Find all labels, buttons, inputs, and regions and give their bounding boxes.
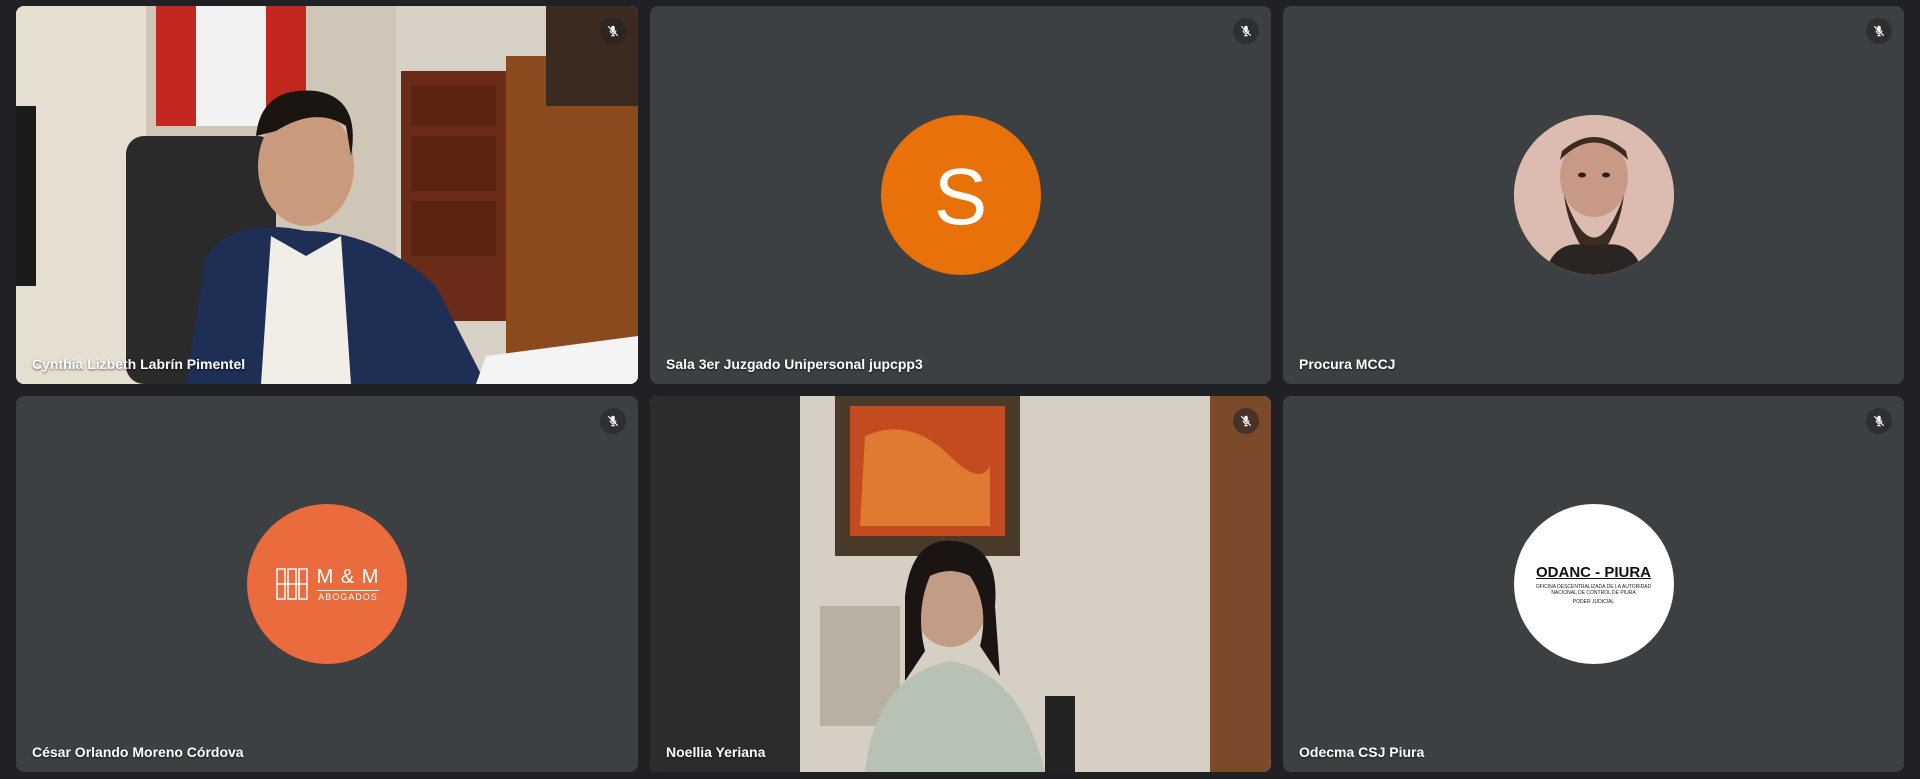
participant-name: Sala 3er Juzgado Unipersonal jupcpp3 [666, 356, 923, 372]
participant-tile[interactable]: ODANC - PIURA OFICINA DESCENTRALIZADA DE… [1283, 396, 1904, 772]
participant-tile[interactable]: Procura MCCJ [1283, 6, 1904, 384]
avatar-initial: S [933, 152, 988, 241]
participant-name: César Orlando Moreno Córdova [32, 744, 244, 760]
participant-tile[interactable]: Noellia Yeriana [650, 396, 1271, 772]
participant-name: Odecma CSJ Piura [1299, 744, 1425, 760]
participant-tile[interactable]: M & M ABOGADOS César Orlando Moreno Córd… [16, 396, 638, 772]
participant-name: Cynthia Lizbeth Labrín Pimentel [32, 356, 246, 372]
logo-footer: PODER JUDICIAL [1572, 598, 1615, 605]
mic-off-icon [1240, 25, 1252, 37]
logo-title: M & M [316, 566, 380, 588]
participant-name: Procura MCCJ [1299, 356, 1396, 372]
logo-subtitle: OFICINA DESCENTRALIZADA DE LA AUTORIDAD … [1535, 583, 1652, 596]
mic-off-icon [607, 415, 619, 427]
avatar-photo [1513, 115, 1674, 275]
video-feed [650, 396, 1271, 772]
logo-text: M & M ABOGADOS [316, 566, 380, 602]
mute-indicator [1866, 18, 1892, 44]
participant-tile[interactable]: Cynthia Lizbeth Labrín Pimentel [16, 6, 638, 384]
logo-title: ODANC - PIURA [1536, 563, 1651, 581]
mic-off-icon [607, 25, 619, 37]
mm-logo-mark-icon [275, 568, 308, 600]
avatar-logo: ODANC - PIURA OFICINA DESCENTRALIZADA DE… [1513, 504, 1674, 664]
participant-tile[interactable]: S Sala 3er Juzgado Unipersonal jupcpp3 [650, 6, 1271, 384]
participant-name: Noellia Yeriana [666, 744, 766, 760]
mic-off-icon [1240, 415, 1252, 427]
mic-off-icon [1873, 25, 1885, 37]
avatar [1513, 115, 1674, 275]
mute-indicator [1233, 18, 1259, 44]
mute-indicator [600, 408, 626, 434]
mute-indicator [1866, 408, 1892, 434]
mute-indicator [1233, 408, 1259, 434]
mute-indicator [600, 18, 626, 44]
video-feed [16, 6, 638, 384]
avatar: S [880, 115, 1041, 275]
meeting-grid: Cynthia Lizbeth Labrín Pimentel S Sala 3… [0, 0, 1920, 779]
avatar-logo: M & M ABOGADOS [247, 504, 407, 664]
mic-off-icon [1873, 415, 1885, 427]
logo-subtitle: ABOGADOS [316, 590, 380, 602]
